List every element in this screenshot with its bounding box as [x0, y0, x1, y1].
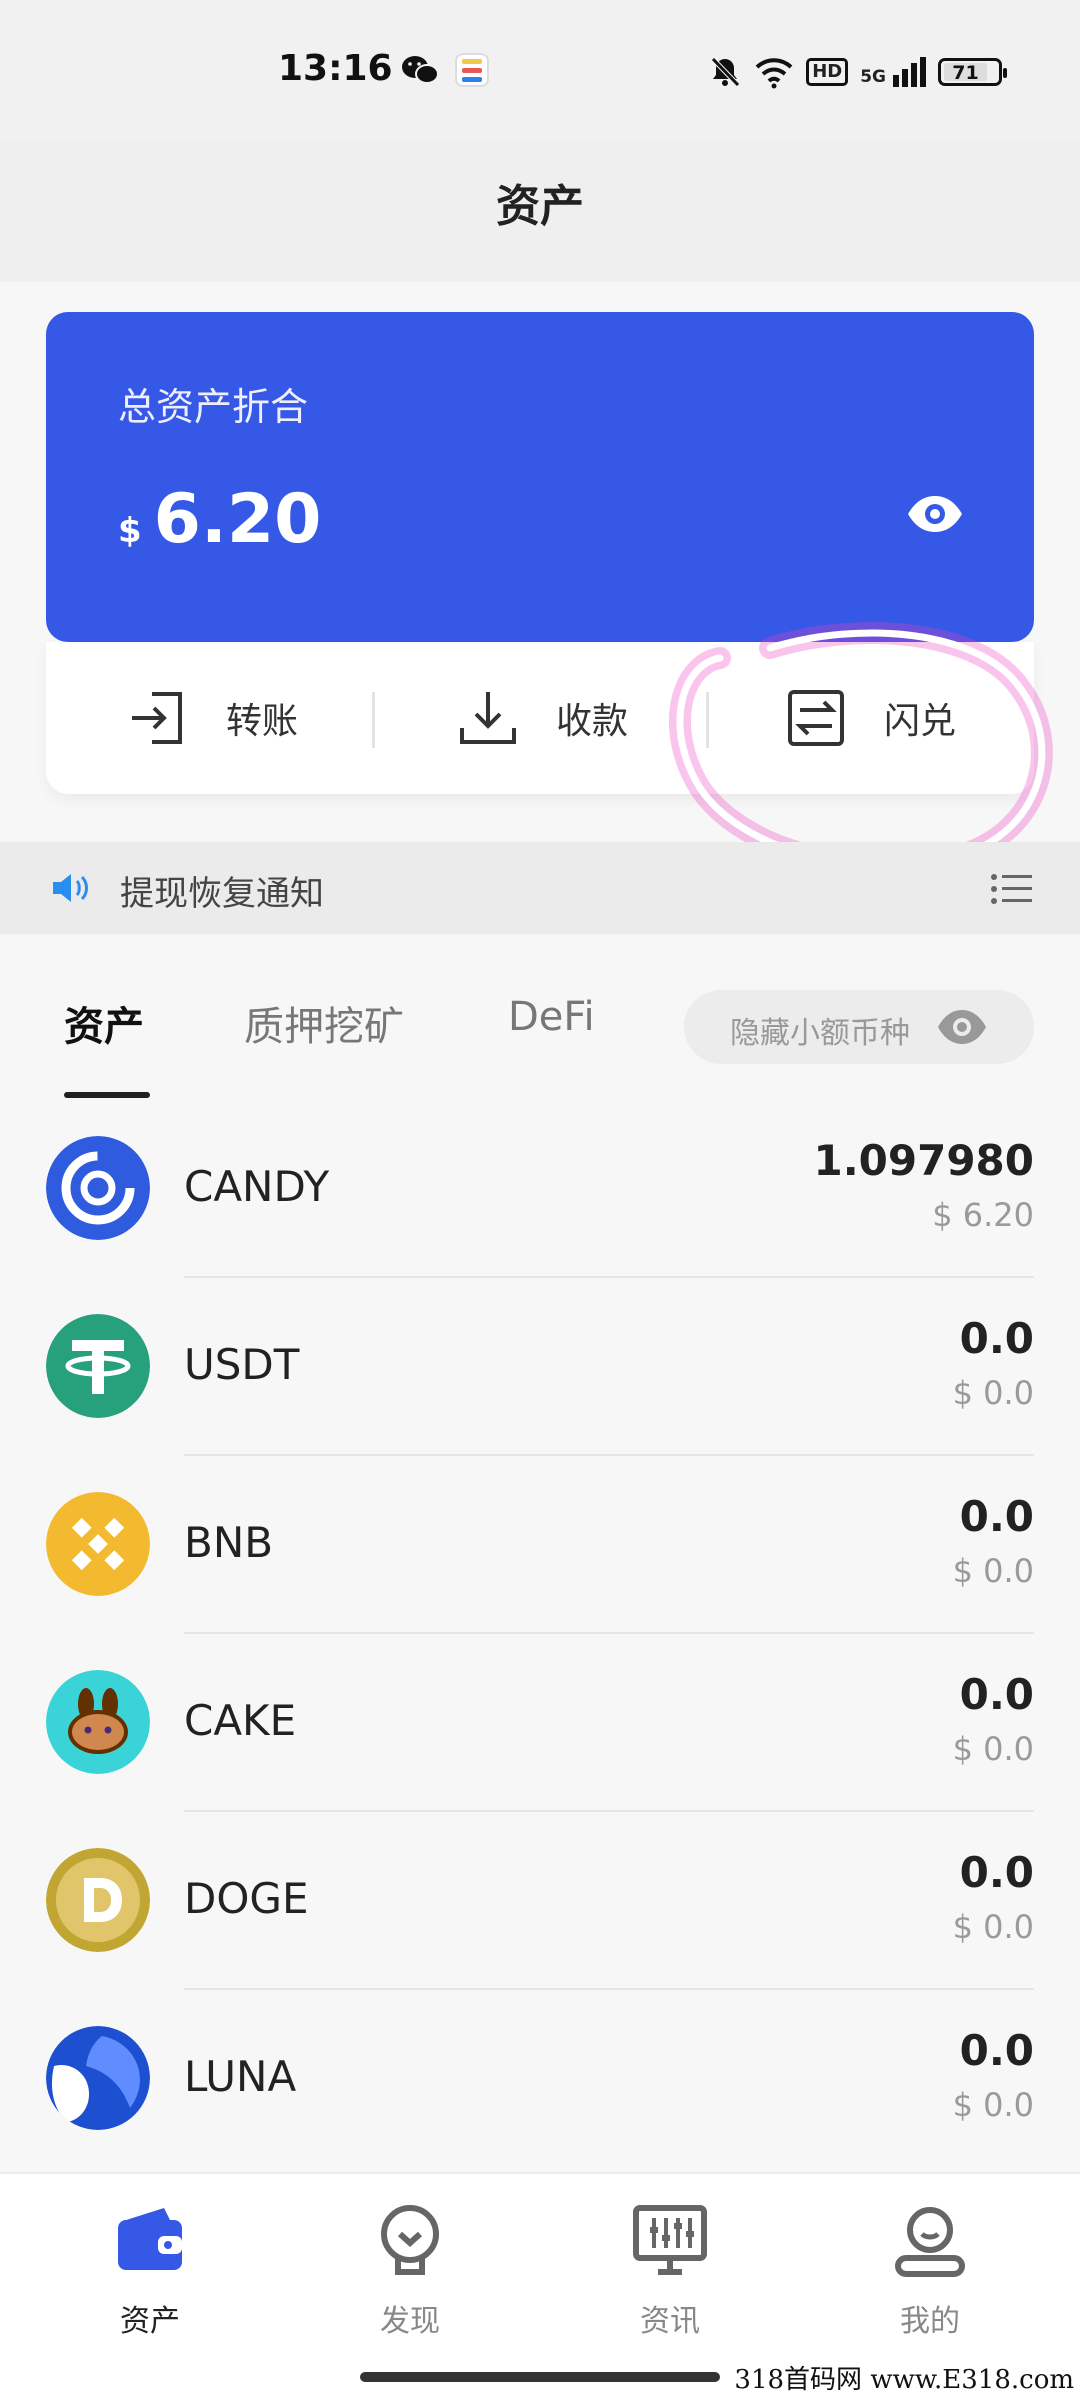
token-name: LUNA: [184, 2052, 297, 2101]
hide-small-label: 隐藏小额币种: [730, 1016, 910, 1051]
cake-bunny-icon: [46, 1670, 150, 1774]
action-bar: 转账 收款 闪兑: [46, 642, 1034, 794]
transfer-in-icon: [132, 692, 182, 744]
token-value: $ 6.20: [932, 1196, 1034, 1234]
candy-coin-icon: [46, 1136, 150, 1240]
token-value: $ 0.0: [952, 1374, 1034, 1412]
nav-label: 资产: [120, 2304, 180, 2339]
token-row-bnb[interactable]: BNB 0.0 $ 0.0: [0, 1456, 1080, 1634]
receive-label: 收款: [556, 701, 629, 742]
transfer-button[interactable]: 转账: [126, 642, 298, 794]
nav-label: 资讯: [640, 2304, 700, 2339]
user-icon: [895, 2207, 965, 2277]
token-row-doge[interactable]: DOGE 0.0 $ 0.0: [0, 1812, 1080, 1990]
token-name: USDT: [184, 1340, 300, 1389]
action-divider: [372, 692, 375, 748]
total-asset-label: 总资产折合: [118, 385, 309, 429]
monitor-icon: [633, 2205, 707, 2275]
receive-button[interactable]: 收款: [456, 642, 628, 794]
wallet-app-icon: [455, 53, 489, 87]
nav-news[interactable]: 资讯: [570, 2200, 770, 2340]
status-icons: HD 5G 71: [708, 52, 1007, 92]
token-value: $ 0.0: [952, 2086, 1034, 2124]
tab-defi[interactable]: DeFi: [508, 994, 595, 1040]
token-amount: 0.0: [959, 1314, 1034, 1363]
list-menu-icon[interactable]: [990, 872, 1034, 906]
bulb-icon: [381, 2205, 439, 2275]
wifi-icon: [755, 58, 793, 89]
hd-badge: HD: [806, 58, 849, 86]
currency-symbol: $: [118, 511, 142, 551]
status-bar: 13:16 HD 5G 71: [0, 0, 1080, 140]
battery-icon: 71: [938, 58, 1007, 86]
eye-icon: [938, 1010, 986, 1044]
hide-small-balance-toggle[interactable]: 隐藏小额币种: [684, 990, 1034, 1064]
mute-icon: [711, 57, 740, 87]
token-name: DOGE: [184, 1874, 309, 1923]
bnb-coin-icon: [46, 1492, 150, 1596]
total-asset-card: 总资产折合 $ 6.20: [46, 312, 1034, 642]
nav-label: 我的: [900, 2304, 960, 2339]
total-asset-value: 6.20: [153, 480, 322, 559]
tab-staking-mining[interactable]: 质押挖矿: [244, 994, 404, 1052]
token-value: $ 0.0: [952, 1908, 1034, 1946]
wechat-icon: [402, 56, 439, 84]
token-name: CAKE: [184, 1696, 297, 1745]
nav-me[interactable]: 我的: [830, 2200, 1030, 2340]
luna-coin-icon: [46, 2026, 150, 2130]
header: 资产: [0, 140, 1080, 282]
token-amount: 0.0: [959, 1848, 1034, 1897]
nav-discover[interactable]: 发现: [310, 2200, 510, 2340]
battery-level: 71: [944, 63, 987, 83]
notice-bar[interactable]: 提现恢复通知: [0, 842, 1080, 934]
token-amount: 0.0: [959, 1670, 1034, 1719]
usdt-coin-icon: [46, 1314, 150, 1418]
nav-assets[interactable]: 资产: [50, 2200, 250, 2340]
token-row-luna[interactable]: LUNA 0.0 $ 0.0: [0, 1990, 1080, 2168]
token-name: BNB: [184, 1518, 274, 1567]
token-row-cake[interactable]: CAKE 0.0 $ 0.0: [0, 1634, 1080, 1812]
token-row-usdt[interactable]: USDT 0.0 $ 0.0: [0, 1278, 1080, 1456]
token-value: $ 0.0: [952, 1552, 1034, 1590]
watermark: 318首码网 www.E318.com: [734, 2365, 1074, 2395]
signal-icon: 5G: [860, 57, 926, 87]
swap-label: 闪兑: [884, 701, 957, 742]
speaker-icon: [53, 874, 88, 902]
eye-icon[interactable]: [906, 494, 964, 534]
tab-assets[interactable]: 资产: [64, 994, 144, 1052]
status-time: 13:16: [278, 48, 393, 89]
asset-tabs: 资产 质押挖矿 DeFi 隐藏小额币种: [0, 934, 1080, 1100]
home-indicator[interactable]: [360, 2372, 720, 2382]
token-list: CANDY 1.097980 $ 6.20 USDT 0.0 $ 0.0 BNB: [0, 1100, 1080, 2168]
token-amount: 1.097980: [813, 1136, 1034, 1185]
token-name: CANDY: [184, 1162, 330, 1211]
active-tab-indicator: [64, 1092, 150, 1098]
doge-coin-icon: [46, 1848, 150, 1952]
token-row-candy[interactable]: CANDY 1.097980 $ 6.20: [0, 1100, 1080, 1278]
token-amount: 0.0: [959, 1492, 1034, 1541]
swap-button[interactable]: 闪兑: [784, 642, 956, 794]
action-divider: [706, 692, 709, 748]
nav-label: 发现: [380, 2304, 440, 2339]
transfer-label: 转账: [226, 701, 299, 742]
token-value: $ 0.0: [952, 1730, 1034, 1768]
page-title: 资产: [496, 181, 584, 232]
download-icon: [460, 692, 516, 744]
wallet-icon: [118, 2208, 182, 2270]
notice-text: 提现恢复通知: [120, 874, 324, 914]
swap-icon: [788, 690, 844, 746]
token-amount: 0.0: [959, 2026, 1034, 2075]
total-asset-amount: $ 6.20: [118, 480, 321, 559]
